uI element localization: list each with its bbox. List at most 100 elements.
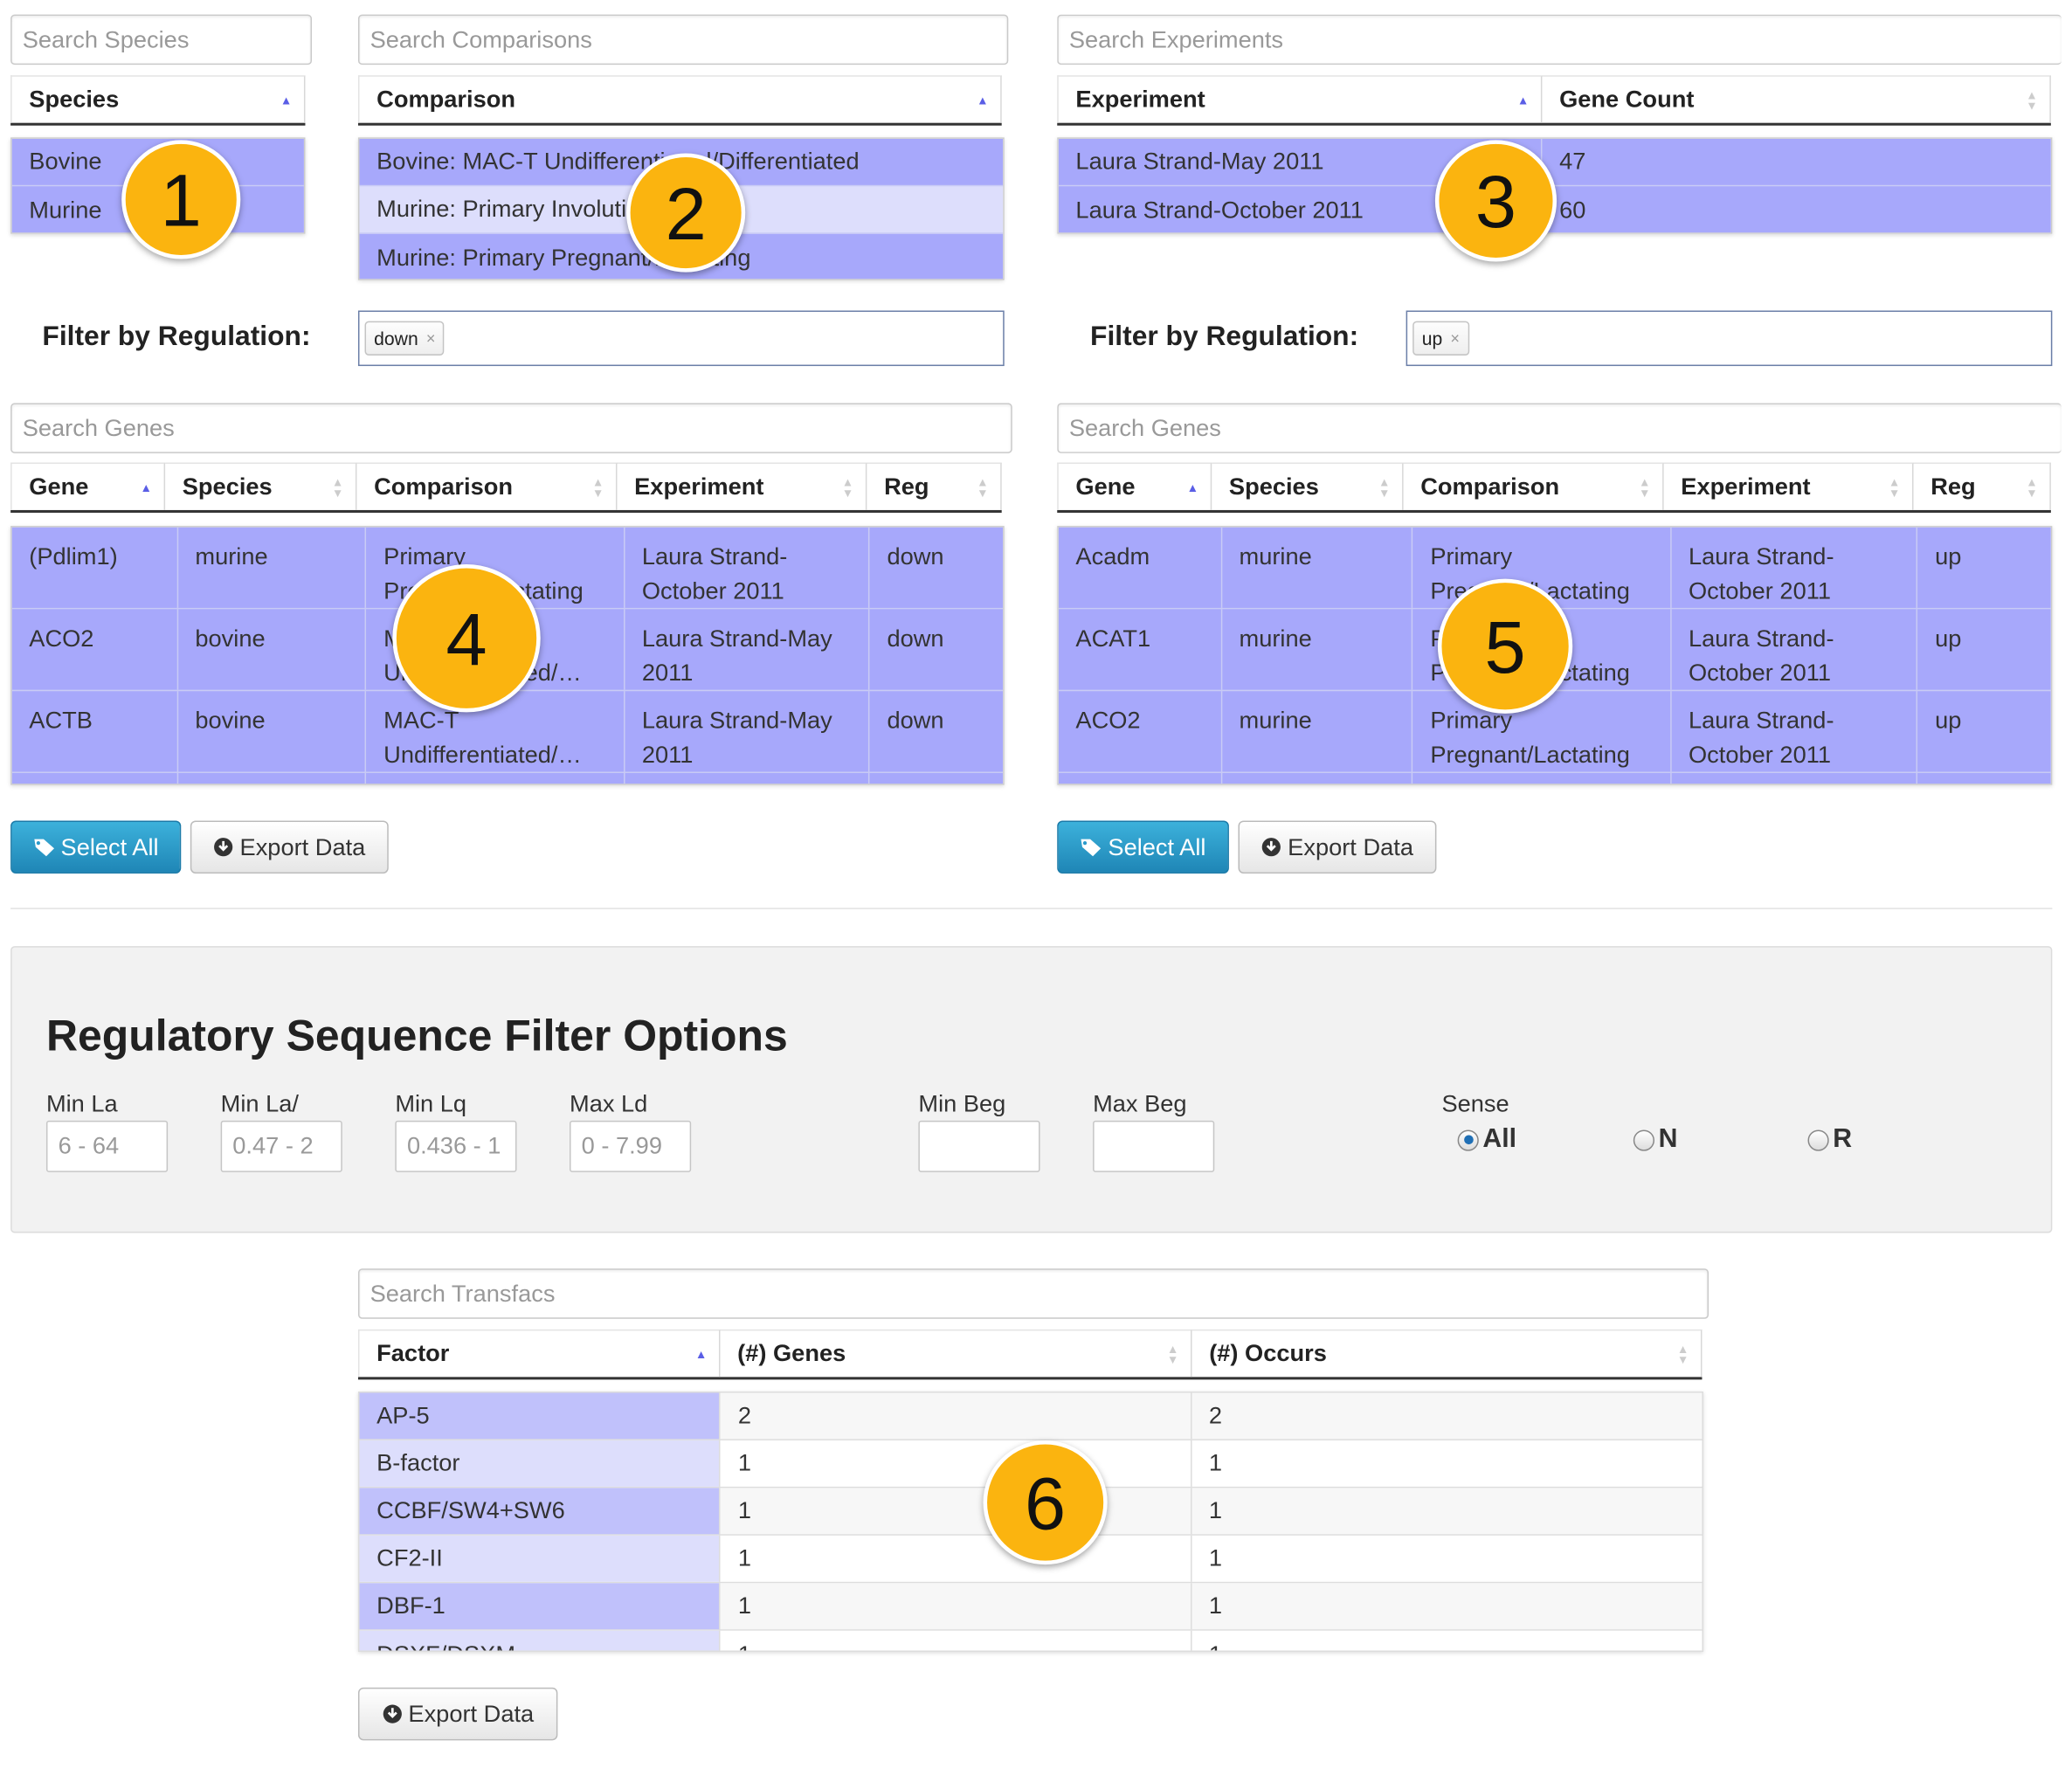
regulation-tag-down[interactable]: down ×	[364, 321, 445, 356]
reg-cell: down	[887, 707, 944, 734]
reg-column-header[interactable]: Reg ▲ ▼	[1913, 462, 2051, 510]
comparison-column-header[interactable]: Comparison▲▼	[1403, 462, 1664, 510]
sense-radio-n[interactable]: N	[1633, 1124, 1677, 1155]
min-lq-label: Min Lq	[395, 1090, 467, 1117]
sort-icon: ▲ ▼	[1166, 1342, 1179, 1366]
min-la-ratio-input[interactable]: 0.47 - 2	[220, 1120, 342, 1172]
annotation-badge-3: 3	[1434, 140, 1557, 262]
experiment-cell: Laura Strand-October 2011	[1671, 609, 1918, 690]
comparison-table-header: Comparison▲▼	[357, 75, 1002, 126]
radio-selected-icon	[1457, 1129, 1479, 1150]
max-beg-label: Max Beg	[1093, 1090, 1187, 1117]
transfacs-table-header: Factor▲▼ (#) Genes▲▼ (#) Occurs▲▼	[357, 1329, 1702, 1380]
remove-tag-icon[interactable]: ×	[1450, 329, 1460, 348]
species-cell: bovine	[178, 691, 367, 772]
experiment-search-input[interactable]: Search Experiments	[1057, 14, 2062, 66]
experiment-column-header[interactable]: Experiment▲▼	[1057, 75, 1543, 123]
factor-cell: DSXF/DSXM	[359, 1630, 722, 1651]
table-row[interactable]: AP-5 2 2	[359, 1392, 1702, 1440]
regulation-filter-right[interactable]: up ×	[1406, 310, 2053, 367]
species-column-header[interactable]: Species▲▼	[1212, 462, 1404, 510]
sense-radio-r[interactable]: R	[1807, 1124, 1852, 1155]
sense-radio-all[interactable]: All	[1457, 1124, 1516, 1155]
species-search-input[interactable]: Search Species	[10, 14, 313, 66]
occurs-cell: 2	[1208, 1402, 1223, 1429]
reg-column-header[interactable]: Reg ▲ ▼	[867, 462, 1002, 510]
annotation-badge-6: 6	[983, 1440, 1108, 1565]
regulation-filter-left[interactable]: down ×	[357, 310, 1005, 367]
experiment-row[interactable]: Laura Strand-May 2011 47	[1058, 138, 2051, 187]
table-row[interactable]	[1058, 772, 2051, 784]
table-row[interactable]: ACTB bovine MAC-T Undifferentiated/… Lau…	[11, 691, 1004, 773]
export-data-button-right[interactable]: Export Data	[1238, 820, 1437, 874]
comparison-column-header[interactable]: Comparison▲▼	[357, 75, 1002, 123]
occurs-cell: 1	[1191, 1631, 1702, 1650]
occurs-cell: 1	[1208, 1449, 1223, 1476]
table-cell	[1059, 772, 1222, 784]
min-beg-input[interactable]	[918, 1120, 1040, 1172]
species-column-header[interactable]: Species▲▼	[10, 75, 306, 123]
sort-asc-icon: ▲▼	[1516, 93, 1530, 107]
genes-search-input-left[interactable]: Search Genes	[10, 403, 1012, 453]
factor-column-header[interactable]: Factor▲▼	[357, 1329, 721, 1378]
select-all-button-right[interactable]: Select All	[1057, 820, 1229, 874]
species-cell: murine	[178, 527, 367, 608]
table-cell	[12, 772, 178, 784]
genes-search-placeholder: Search Genes	[1068, 414, 1221, 441]
sort-asc-icon: ▲▼	[694, 1347, 708, 1361]
gene-cell: (Pdlim1)	[12, 527, 178, 608]
reg-cell: up	[1935, 707, 1962, 734]
gene-column-header[interactable]: Gene▲▼	[1057, 462, 1212, 510]
occurs-column-header[interactable]: (#) Occurs ▲ ▼	[1191, 1329, 1702, 1378]
sort-icon: ▲ ▼	[1676, 1342, 1689, 1366]
max-beg-input[interactable]	[1093, 1120, 1215, 1172]
table-cell	[1671, 772, 1918, 784]
radio-icon	[1633, 1129, 1655, 1150]
table-cell	[870, 773, 1003, 784]
remove-tag-icon[interactable]: ×	[426, 329, 436, 348]
min-la-input[interactable]: 6 - 64	[45, 1120, 169, 1172]
experiment-column-header[interactable]: Experiment▲▼	[617, 462, 867, 510]
table-cell	[366, 772, 625, 784]
sort-icon: ▲ ▼	[1888, 474, 1901, 500]
comparison-search-input[interactable]: Search Comparisons	[357, 14, 1009, 66]
export-data-button-transfacs[interactable]: Export Data	[357, 1687, 558, 1741]
table-row[interactable]: DBF-1 1 1	[359, 1583, 1702, 1631]
min-beg-label: Min Beg	[918, 1090, 1006, 1117]
gene-cell: ACAT1	[1059, 609, 1222, 690]
max-ld-input[interactable]: 0 - 7.99	[570, 1120, 692, 1172]
species-cell: murine	[1222, 527, 1413, 608]
table-cell	[1222, 772, 1413, 784]
species-column-header[interactable]: Species▲▼	[165, 462, 357, 510]
genes-search-input-right[interactable]: Search Genes	[1057, 403, 2062, 453]
gene-cell: Acadm	[1059, 527, 1222, 608]
min-la-ratio-label: Min La/	[220, 1090, 299, 1117]
reg-cell: down	[887, 542, 944, 570]
genes-table-header-left: Gene▲▼ Species▲▼ Comparison▲▼ Experiment…	[10, 462, 1002, 513]
comparison-column-header[interactable]: Comparison▲▼	[356, 462, 618, 510]
annotation-badge-2: 2	[626, 153, 746, 273]
reg-cell: up	[1935, 625, 1962, 652]
sort-icon: ▲ ▼	[2026, 474, 2038, 500]
experiment-column-header[interactable]: Experiment▲▼	[1663, 462, 1914, 510]
sort-icon: ▲ ▼	[2026, 87, 2038, 112]
table-cell	[178, 772, 367, 784]
table-row[interactable]: DSXF/DSXM 1 1	[359, 1630, 1702, 1651]
radio-icon	[1807, 1129, 1829, 1150]
regulation-tag-up[interactable]: up ×	[1412, 321, 1469, 356]
transfacs-search-input[interactable]: Search Transfacs	[357, 1268, 1709, 1319]
reg-cell: down	[887, 625, 944, 652]
gene-column-header[interactable]: Gene▲▼	[10, 462, 166, 510]
annotation-badge-4: 4	[392, 563, 541, 713]
min-lq-input[interactable]: 0.436 - 1	[395, 1120, 517, 1172]
genes-count-column-header[interactable]: (#) Genes ▲ ▼	[720, 1329, 1192, 1378]
table-row[interactable]	[11, 772, 1004, 784]
experiment-cell: Laura Strand-October 2011	[1671, 691, 1918, 772]
gene-count-column-header[interactable]: Gene Count ▲ ▼	[1542, 75, 2051, 123]
table-row[interactable]: Acadm murine Primary Pregnant/Lactating …	[1058, 527, 2051, 610]
table-row[interactable]: ACO2 murine Primary Pregnant/Lactating L…	[1058, 691, 2051, 773]
export-data-button-left[interactable]: Export Data	[190, 820, 389, 874]
download-icon	[1262, 838, 1281, 857]
genes-count-cell: 1	[721, 1440, 1192, 1487]
select-all-button-left[interactable]: Select All	[10, 820, 182, 874]
